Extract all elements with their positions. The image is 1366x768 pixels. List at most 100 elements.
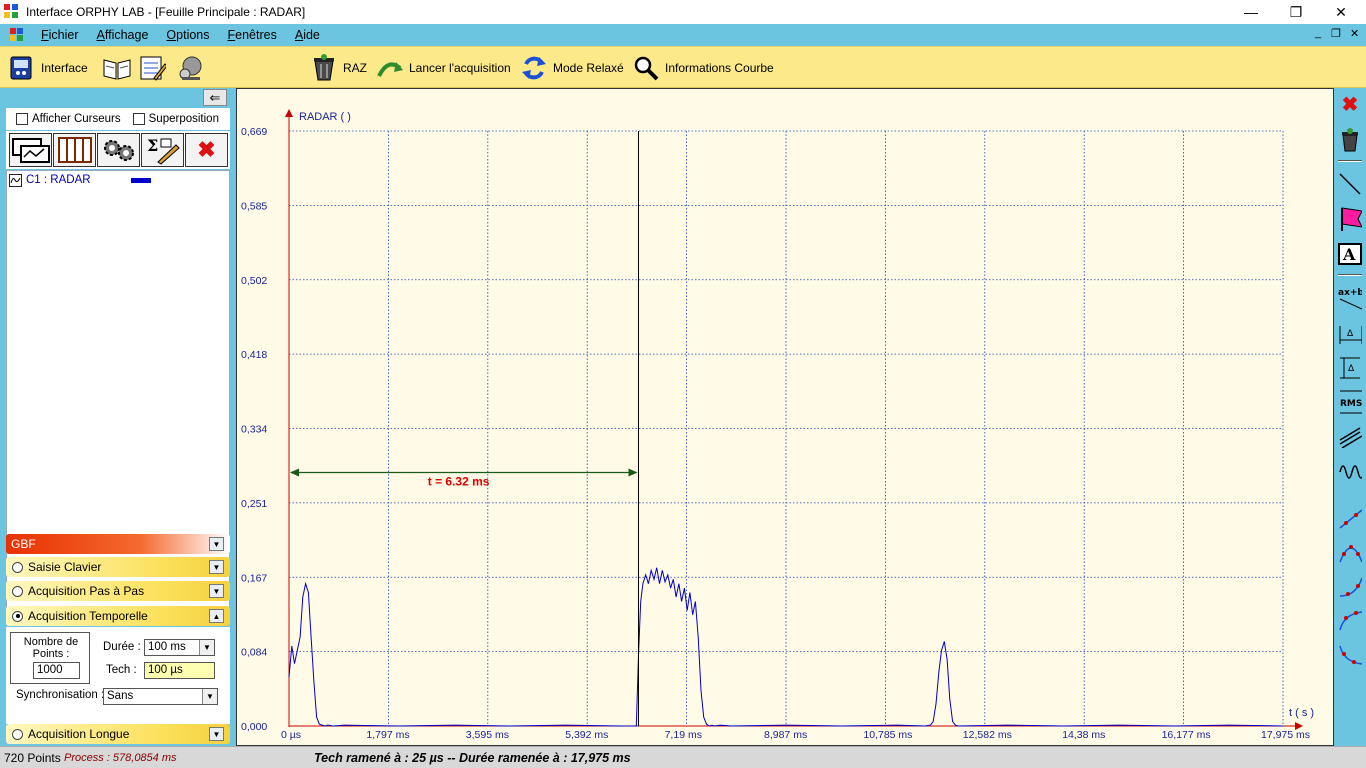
menu-fichier[interactable]: Fichier [41, 28, 79, 42]
mode-relaxe-button[interactable]: Mode Relaxé [520, 53, 624, 83]
linear-fit-icon[interactable] [1338, 506, 1362, 530]
acquisition-pas-a-pas-section[interactable]: Acquisition Pas à Pas ▼ [6, 581, 230, 601]
y-tick-label: 0,585 [241, 200, 267, 212]
synchronisation-select[interactable]: Sans ▼ [103, 688, 218, 705]
chart-area[interactable]: 0,000 0,084 0,167 0,251 0,334 0,418 0,502 0,585… [236, 88, 1334, 746]
notes-button[interactable] [138, 53, 171, 83]
duree-select[interactable]: 100 ms ▼ [144, 639, 215, 656]
acquisition-longue-radio[interactable] [12, 728, 23, 740]
cursor-arrowhead-left [290, 468, 299, 477]
acquisition-longue-section[interactable]: Acquisition Longue ▼ [6, 724, 230, 744]
y-tick-label: 0,418 [241, 349, 267, 361]
afficher-curseurs-label: Afficher Curseurs [32, 113, 121, 125]
raz-label: RAZ [343, 61, 367, 75]
gbf-section-header[interactable]: GBF ▼ [6, 534, 230, 554]
curve-color-swatch [130, 177, 151, 183]
globe-person-icon [176, 54, 204, 82]
notepad-pencil-icon [138, 54, 168, 82]
tech-label: Tech : [106, 664, 137, 676]
y-axis-arrow [285, 109, 293, 117]
chart-title: RADAR ( ) [299, 111, 351, 123]
acquisition-temporelle-section[interactable]: Acquisition Temporelle ▲ [6, 606, 230, 626]
decay-fit-icon[interactable] [1338, 642, 1362, 666]
informations-courbe-button[interactable]: Informations Courbe [632, 53, 774, 83]
parabola-fit-icon[interactable] [1338, 540, 1362, 564]
vertical-delta-icon[interactable]: Δ [1338, 356, 1362, 380]
x-tick-label: 1,797 ms [366, 729, 409, 741]
mdi-minimize-button[interactable]: _ [1315, 27, 1321, 39]
collapse-panel-button[interactable]: ⇐ [203, 89, 227, 106]
maximize-button[interactable]: ❐ [1273, 0, 1319, 24]
settings-button[interactable] [97, 133, 140, 167]
help-button[interactable] [176, 53, 209, 83]
interface-button[interactable]: Interface [8, 53, 88, 83]
book-button[interactable] [102, 53, 135, 83]
menu-affichage[interactable]: Affichage [97, 28, 149, 42]
nombre-points-input[interactable]: 1000 [33, 662, 80, 679]
menu-options[interactable]: Options [166, 28, 209, 42]
horizontal-delta-icon[interactable]: Δ [1338, 322, 1362, 346]
rms-icon[interactable]: RMS [1338, 390, 1362, 414]
svg-text:A: A [1342, 245, 1356, 264]
mdi-app-icon[interactable] [10, 28, 24, 42]
trash-icon[interactable] [1338, 128, 1362, 152]
saisie-clavier-label: Saisie Clavier [28, 560, 102, 574]
saisie-clavier-radio[interactable] [12, 561, 23, 573]
synchronisation-label: Synchronisation : [16, 689, 105, 701]
chevron-down-icon[interactable]: ▼ [209, 537, 224, 551]
lancer-acquisition-button[interactable]: Lancer l'acquisition [376, 53, 511, 83]
exponential-fit-icon[interactable] [1338, 574, 1362, 598]
red-x-icon: ✖ [197, 137, 216, 162]
tech-input[interactable]: 100 µs [144, 662, 215, 679]
menu-fenetres[interactable]: Fenêtres [228, 28, 277, 42]
curve-item-c1[interactable]: C1 : RADAR [7, 172, 229, 188]
mdi-restore-button[interactable]: ❐ [1331, 27, 1341, 40]
windows-view-button[interactable] [9, 133, 52, 167]
delete-curve-button[interactable]: ✖ [185, 133, 228, 167]
x-axis-label: t ( s ) [1289, 707, 1314, 719]
line-tool-icon[interactable] [1338, 172, 1362, 196]
close-button[interactable]: ✕ [1318, 0, 1364, 24]
app-icon [4, 4, 20, 20]
points-count: 720 Points [4, 750, 61, 765]
parallel-lines-icon[interactable] [1338, 424, 1362, 448]
mdi-close-button[interactable]: ✕ [1350, 27, 1359, 40]
nombre-points-label: Nombre de Points : [23, 636, 79, 660]
menu-aide[interactable]: Aide [295, 28, 320, 42]
chevron-up-icon[interactable]: ▲ [209, 609, 224, 623]
chevron-down-icon: ▼ [202, 689, 217, 704]
saisie-clavier-section[interactable]: Saisie Clavier ▼ [6, 557, 230, 577]
y-tick-label: 0,669 [241, 126, 267, 138]
process-time: Process : 578,0854 ms [64, 751, 177, 764]
duree-value: 100 ms [148, 641, 186, 653]
y-tick-label: 0,167 [241, 572, 267, 584]
chevron-down-icon[interactable]: ▼ [209, 560, 224, 574]
y-tick-label: 0,334 [241, 424, 267, 436]
curve-wave-icon [9, 173, 22, 187]
log-fit-icon[interactable] [1338, 608, 1362, 632]
calculation-button[interactable]: Σ [141, 133, 184, 167]
pas-a-pas-radio[interactable] [12, 585, 23, 597]
close-sheet-icon[interactable]: ✖ [1338, 92, 1362, 116]
y-tick-label: 0,251 [241, 498, 267, 510]
gears-icon [103, 140, 134, 161]
temporelle-radio[interactable] [12, 610, 23, 622]
x-tick-label: 0 µs [281, 729, 301, 741]
refresh-arrows-icon [520, 54, 548, 82]
duree-label: Durée : [103, 641, 141, 653]
text-tool-icon[interactable]: A [1338, 242, 1362, 266]
flag-marker-icon[interactable] [1338, 206, 1362, 231]
x-tick-label: 5,392 ms [565, 729, 608, 741]
raz-button[interactable]: RAZ [310, 53, 367, 83]
superposition-checkbox[interactable] [132, 113, 145, 125]
regression-ax-b-icon[interactable]: ax+b [1338, 286, 1362, 310]
table-view-button[interactable] [53, 133, 96, 167]
chevron-down-icon[interactable]: ▼ [209, 584, 224, 598]
chevron-down-icon[interactable]: ▼ [209, 727, 224, 741]
sine-wave-icon[interactable] [1338, 460, 1362, 484]
afficher-curseurs-checkbox[interactable] [16, 113, 28, 125]
svg-text:ax+b: ax+b [1338, 288, 1362, 298]
radar-chart[interactable]: 0,000 0,084 0,167 0,251 0,334 0,418 0,502 0,585… [237, 89, 1333, 745]
minimize-button[interactable]: — [1228, 0, 1274, 24]
acquisition-longue-label: Acquisition Longue [28, 727, 130, 741]
